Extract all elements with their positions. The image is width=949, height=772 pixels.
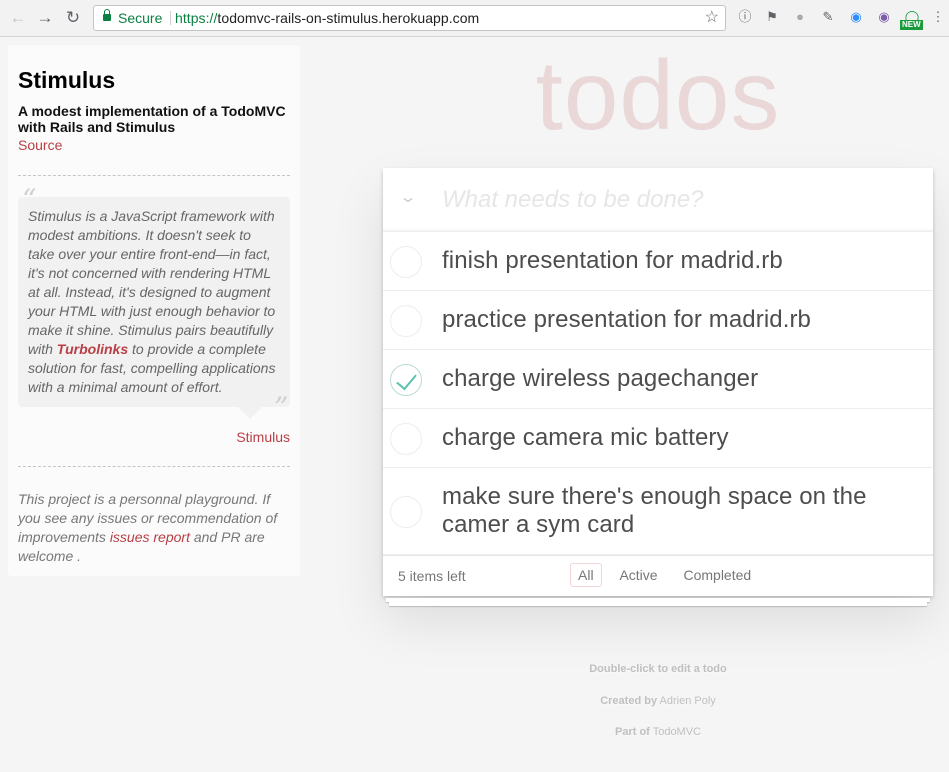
pen-extension-icon[interactable]: ✎ [820, 9, 836, 25]
todo-item[interactable]: finish presentation for madrid.rb [383, 232, 933, 291]
turbolinks-link[interactable]: Turbolinks [57, 341, 128, 357]
filter-completed[interactable]: Completed [675, 563, 759, 587]
todo-item[interactable]: charge wireless pagechanger [383, 350, 933, 409]
sidebar-title: Stimulus [18, 67, 116, 93]
close-quote-icon: ” [274, 391, 289, 424]
todo-item[interactable]: make sure there's enough space on the ca… [383, 468, 933, 555]
todo-item[interactable]: charge camera mic battery [383, 409, 933, 468]
issues-report-link[interactable]: issues report [110, 529, 190, 545]
source-link[interactable]: Source [18, 137, 62, 153]
created-by: Created by Adrien Poly [383, 695, 933, 707]
todo-item[interactable]: practice presentation for madrid.rb [383, 291, 933, 350]
tag-extension-icon[interactable]: ⚑ [764, 9, 780, 25]
todomvc-link[interactable]: TodoMVC [653, 726, 701, 738]
unchecked-circle-icon[interactable] [390, 245, 422, 278]
author-link[interactable]: Adrien Poly [660, 695, 716, 707]
forward-arrow-icon[interactable]: → [34, 7, 56, 29]
stack-shadow [389, 602, 927, 606]
todo-footer: 5 items left All Active Completed [383, 555, 933, 596]
new-todo-row: ⌄ [383, 168, 933, 232]
checked-circle-icon[interactable] [390, 363, 422, 396]
filter-active[interactable]: Active [611, 563, 665, 587]
secure-label: Secure [118, 10, 163, 26]
quote-author[interactable]: Stimulus [236, 429, 290, 445]
todo-app: ⌄ finish presentation for madrid.rbpract… [383, 168, 933, 596]
lock-icon [103, 9, 111, 21]
browser-toolbar: ← → ↻ Secure https://todomvc-rails-on-st… [0, 0, 949, 37]
part-of: Part of TodoMVC [383, 726, 933, 738]
sidebar-subtitle: A modest implementation of a TodoMVC wit… [18, 103, 286, 135]
unchecked-circle-icon[interactable] [390, 495, 422, 528]
todo-label[interactable]: charge camera mic battery [383, 409, 933, 467]
todo-label[interactable]: practice presentation for madrid.rb [383, 291, 933, 349]
back-arrow-icon[interactable]: ← [7, 7, 29, 29]
todo-list: finish presentation for madrid.rb practic… [383, 232, 933, 555]
filter-tabs: All Active Completed [567, 563, 762, 587]
menu-icon[interactable]: ⋮ [930, 9, 946, 25]
quote-block: Stimulus is a JavaScript framework with … [18, 197, 290, 407]
quote-text-1: Stimulus is a JavaScript framework with … [28, 208, 276, 357]
learn-sidebar: Stimulus A modest implementation of a To… [8, 45, 300, 576]
edit-hint-text: Double-click to edit a todo [589, 663, 727, 675]
octocat-extension-icon[interactable]: ◉ [876, 9, 892, 25]
part-of-label: Part of [615, 726, 650, 738]
chevron-down-icon[interactable]: ⌄ [394, 188, 422, 208]
quote-tail [238, 407, 262, 419]
edit-hint: Double-click to edit a todo [383, 663, 933, 675]
url-protocol: https:// [175, 10, 218, 26]
divider [18, 466, 290, 467]
url-host: todomvc-rails-on-stimulus.herokuapp.com [217, 10, 480, 26]
zoom-extension-icon[interactable]: ◉ [848, 9, 864, 25]
new-badge: NEW [900, 20, 923, 30]
reload-icon[interactable]: ↻ [62, 7, 84, 29]
todo-label[interactable]: finish presentation for madrid.rb [383, 232, 933, 290]
sidebar-note: This project is a personnal playground. … [18, 490, 290, 566]
unchecked-circle-icon[interactable] [390, 422, 422, 455]
bulb-extension-icon[interactable]: ● [792, 9, 808, 25]
filter-all[interactable]: All [570, 563, 602, 587]
new-todo-input[interactable] [442, 185, 912, 215]
created-by-label: Created by [600, 695, 658, 707]
app-title: todos [535, 40, 781, 150]
info-extension-icon[interactable]: ⓘ [737, 9, 753, 25]
url-text: https://todomvc-rails-on-stimulus.heroku… [175, 6, 479, 30]
items-left-count: 5 items left [398, 568, 466, 584]
url-separator [170, 11, 171, 25]
todo-label[interactable]: make sure there's enough space on the ca… [383, 468, 933, 554]
todo-label[interactable]: charge wireless pagechanger [383, 350, 933, 408]
address-bar[interactable]: Secure https://todomvc-rails-on-stimulus… [93, 5, 726, 31]
bookmark-star-icon[interactable]: ☆ [705, 6, 719, 30]
divider [18, 175, 290, 176]
unchecked-circle-icon[interactable] [390, 304, 422, 337]
